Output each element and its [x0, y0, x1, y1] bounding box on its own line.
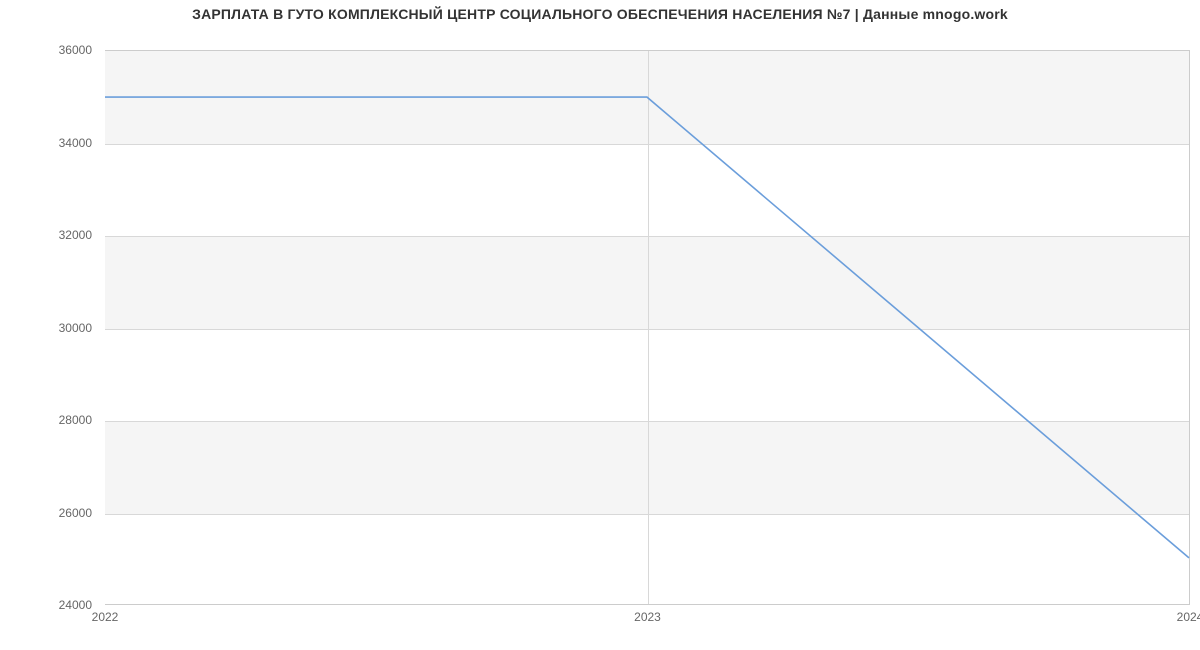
x-tick-label: 2024: [1177, 610, 1200, 624]
x-tick-label: 2022: [92, 610, 119, 624]
series-line: [105, 97, 1189, 558]
y-tick-label: 28000: [59, 413, 92, 427]
y-axis-ticks: 24000 26000 28000 30000 32000 34000 3600…: [0, 50, 100, 605]
y-tick-label: 36000: [59, 43, 92, 57]
x-tick-label: 2023: [634, 610, 661, 624]
y-tick-label: 34000: [59, 136, 92, 150]
y-tick-label: 32000: [59, 228, 92, 242]
plot-area: [105, 50, 1190, 605]
x-axis-ticks: 2022 2023 2024: [105, 606, 1190, 626]
chart-container: ЗАРПЛАТА В ГУТО КОМПЛЕКСНЫЙ ЦЕНТР СОЦИАЛ…: [0, 0, 1200, 650]
y-tick-label: 24000: [59, 598, 92, 612]
y-tick-label: 26000: [59, 506, 92, 520]
line-layer: [105, 51, 1189, 604]
chart-title: ЗАРПЛАТА В ГУТО КОМПЛЕКСНЫЙ ЦЕНТР СОЦИАЛ…: [0, 6, 1200, 22]
y-tick-label: 30000: [59, 321, 92, 335]
